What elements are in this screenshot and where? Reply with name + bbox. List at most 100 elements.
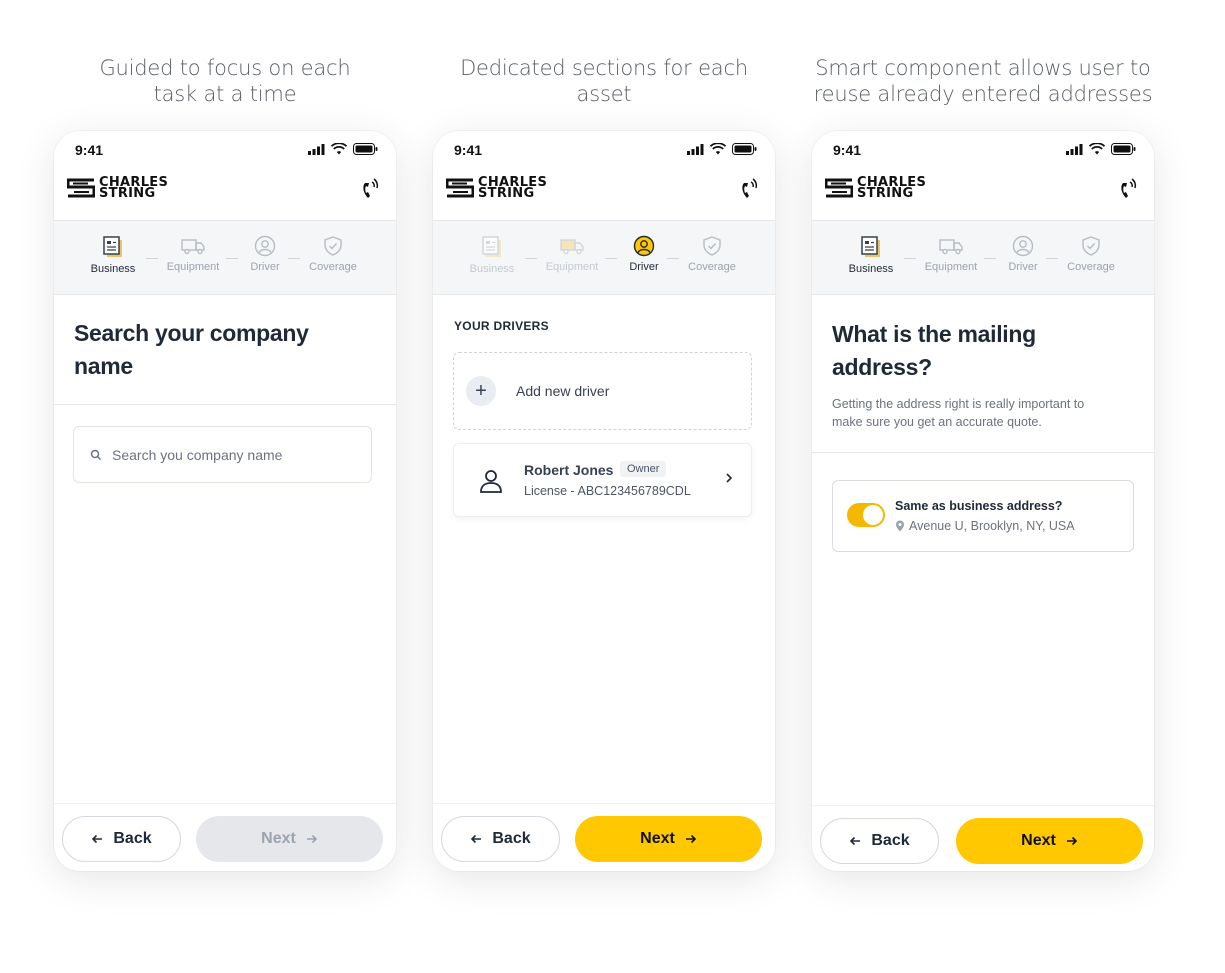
step-connector [288,258,300,259]
back-button[interactable]: Back [441,816,560,862]
status-time: 9:41 [75,142,104,158]
arrow-right-icon [1066,836,1077,846]
status-icons [687,143,757,155]
step-driver[interactable]: Driver [233,235,297,273]
step-label: Equipment [545,261,599,273]
signal-icon [308,143,325,155]
title-line: address? [832,354,932,380]
step-label: Driver [629,261,659,273]
title-line: name [74,353,133,379]
truck-icon [181,239,205,255]
arrow-right-icon [685,834,696,844]
app-header: CHARLES STRING [433,167,775,221]
step-connector [1046,258,1058,259]
caption-line: Guided to focus on each [99,56,351,80]
next-label: Next [640,830,675,847]
business-document-icon [103,236,122,257]
step-business[interactable]: Business [460,235,524,275]
search-placeholder: Search you company name [112,446,283,463]
wifi-icon [1089,143,1105,155]
caption-line: Dedicated sections for each [460,56,748,80]
step-label: Business [848,263,894,275]
add-driver-button[interactable]: + Add new driver [453,352,752,430]
coverage-shield-icon [703,236,721,256]
arrow-right-icon [306,834,317,844]
logo-mark-icon [446,178,474,198]
status-time: 9:41 [833,142,862,158]
caption: Dedicated sections for each asset [433,55,775,107]
back-button[interactable]: Back [820,818,939,864]
phone-screen-business: 9:41 CHARLES STRING Business Equipment D… [54,131,396,871]
status-bar: 9:41 [812,131,1154,167]
caption: Guided to focus on each task at a time [54,55,396,107]
arrow-left-icon [92,834,103,844]
logo-mark-icon [825,178,853,198]
address-text: Avenue U, Brooklyn, NY, USA [909,519,1075,533]
subtitle-line: Getting the address right is really impo… [832,397,1085,411]
business-document-icon [482,236,501,257]
title-line: Search your company [74,320,309,346]
add-driver-label: Add new driver [516,383,610,399]
toggle-knob [863,505,883,525]
toggle-label: Same as business address? [895,499,1063,513]
step-driver[interactable]: Driver [991,235,1055,273]
arrow-left-icon [471,834,482,844]
step-equipment[interactable]: Equipment [161,235,225,273]
step-coverage[interactable]: Coverage [301,235,365,273]
person-icon [480,470,502,493]
phone-screen-address: 9:41 CHARLES STRING Business Equipment D… [812,131,1154,871]
step-coverage[interactable]: Coverage [1059,235,1123,273]
back-button[interactable]: Back [62,816,181,862]
footer-actions: Back Next [54,803,396,871]
step-business[interactable]: Business [839,235,903,275]
status-time: 9:41 [454,142,483,158]
driver-person-icon [633,235,655,257]
divider [54,404,396,405]
next-button[interactable]: Next [196,816,383,862]
step-coverage[interactable]: Coverage [680,235,744,273]
caption-line: reuse already entered addresses [813,82,1153,106]
step-equipment[interactable]: Equipment [919,235,983,273]
status-bar: 9:41 [433,131,775,167]
brand-logo: CHARLES STRING [67,176,168,200]
driver-card[interactable]: Robert Jones Owner License - ABC12345678… [453,443,752,517]
footer-actions: Back Next [433,803,775,871]
step-label: Driver [1008,261,1038,273]
step-equipment[interactable]: Equipment [540,235,604,273]
coverage-shield-icon [1082,236,1100,256]
company-search-input[interactable]: Search you company name [73,426,372,483]
next-label: Next [261,830,296,847]
next-button[interactable]: Next [956,818,1143,864]
app-header: CHARLES STRING [54,167,396,221]
address-line: Avenue U, Brooklyn, NY, USA [895,519,1075,533]
title-line: What is the mailing [832,321,1036,347]
progress-stepper: Business Equipment Driver Coverage [433,221,775,295]
driver-person-icon [254,235,276,257]
wifi-icon [331,143,347,155]
same-address-toggle[interactable] [847,503,885,527]
plus-icon: + [466,376,496,406]
step-label: Coverage [1067,261,1115,273]
phone-call-icon[interactable] [360,178,380,202]
step-business[interactable]: Business [81,235,145,275]
step-label: Driver [250,261,280,273]
step-driver[interactable]: Driver [612,235,676,273]
progress-stepper: Business Equipment Driver Coverage [54,221,396,295]
next-button[interactable]: Next [575,816,762,862]
coverage-shield-icon [324,236,342,256]
app-header: CHARLES STRING [812,167,1154,221]
driver-role-badge: Owner [620,461,667,477]
caption-line: task at a time [153,82,297,106]
page-title: Search your company name [74,317,309,383]
page-subtitle: Getting the address right is really impo… [832,395,1122,431]
step-connector [904,258,916,259]
step-connector [146,258,158,259]
phone-call-icon[interactable] [1118,178,1138,202]
phone-call-icon[interactable] [739,178,759,202]
truck-icon [939,239,963,255]
location-pin-icon [896,520,904,532]
battery-icon [353,143,378,155]
truck-icon [560,239,584,255]
step-connector [667,258,679,259]
driver-name: Robert Jones [524,462,614,478]
